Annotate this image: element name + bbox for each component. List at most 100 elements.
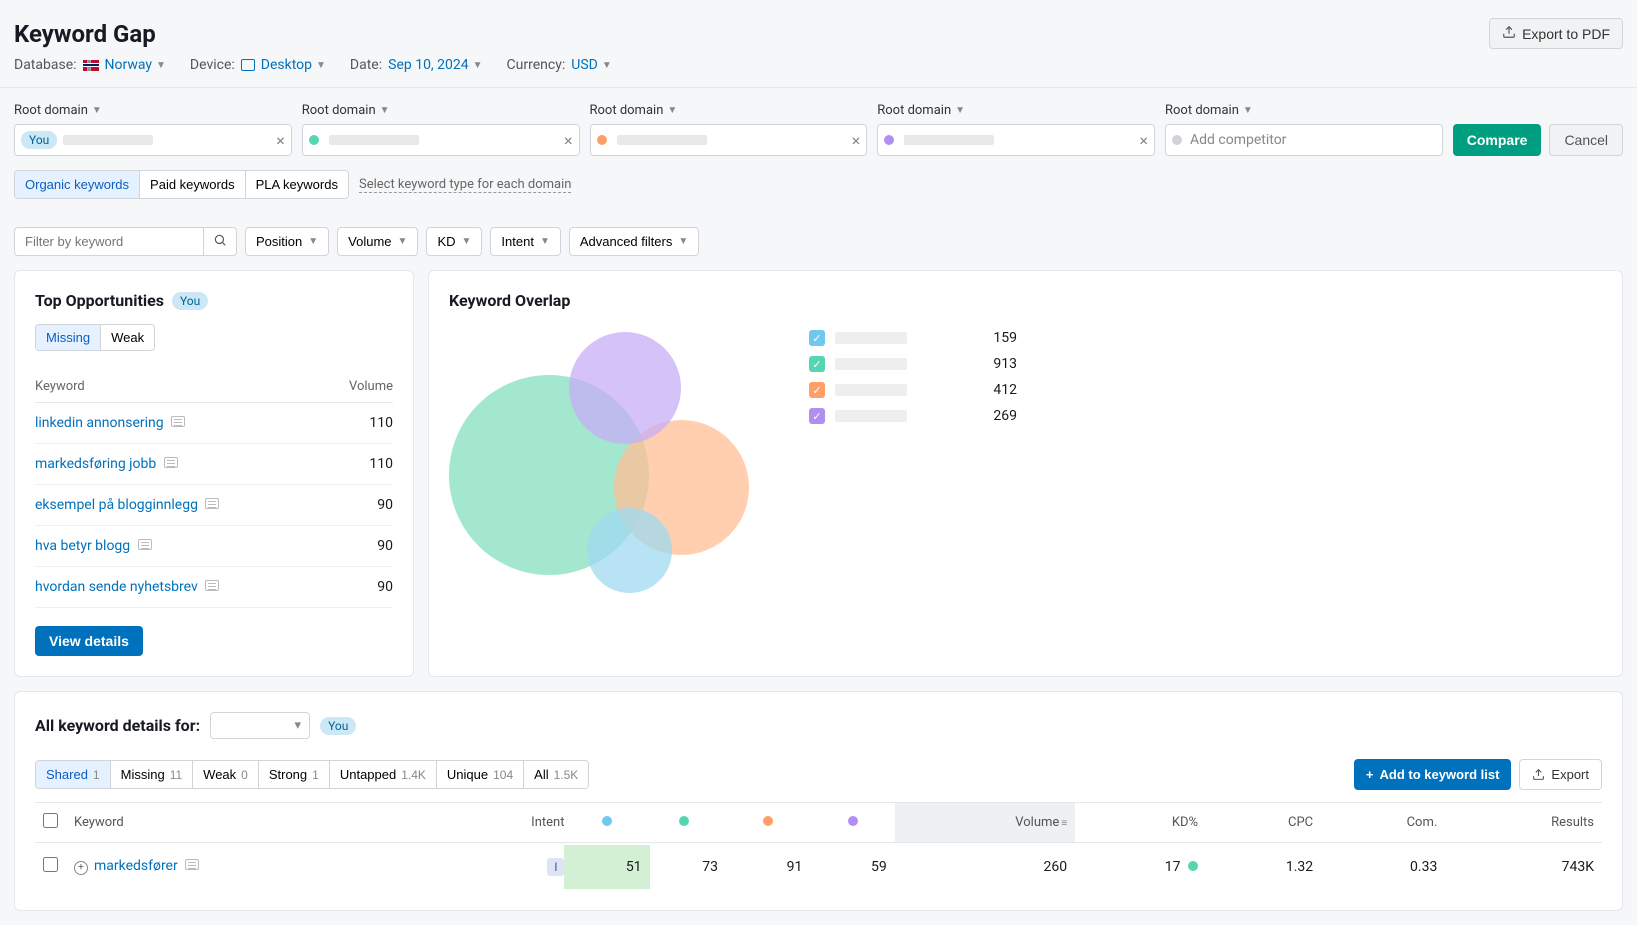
keyword-link[interactable]: linkedin annonsering — [35, 415, 164, 431]
export-button[interactable]: Export — [1519, 759, 1602, 790]
close-icon[interactable]: × — [276, 131, 285, 150]
col-domain-2[interactable] — [642, 803, 726, 843]
device-filter[interactable]: Device: Desktop ▼ — [190, 57, 326, 73]
chevron-down-icon: ▼ — [398, 236, 408, 247]
col-domain-4[interactable] — [810, 803, 894, 843]
keyword-link[interactable]: hvordan sende nyhetsbrev — [35, 579, 198, 595]
tab-unique[interactable]: Unique104 — [437, 761, 524, 788]
cancel-button[interactable]: Cancel — [1549, 124, 1623, 156]
keyword-link[interactable]: eksempel på blogginnlegg — [35, 497, 198, 513]
view-details-button[interactable]: View details — [35, 626, 143, 656]
legend-checkbox[interactable]: ✓ — [809, 330, 825, 346]
volume-value: 110 — [324, 403, 393, 444]
tab-untapped[interactable]: Untapped1.4K — [330, 761, 437, 788]
col-keyword[interactable]: Keyword — [66, 803, 441, 843]
keyword-link[interactable]: markedsføring jobb — [35, 456, 156, 472]
col-volume[interactable]: Volume — [324, 371, 393, 403]
root-domain-dropdown-1[interactable]: Root domain ▼ — [14, 103, 102, 118]
kd-filter[interactable]: KD ▼ — [426, 227, 482, 256]
venn-circle-blue — [587, 508, 672, 593]
keyword-link[interactable]: markedsfører — [94, 858, 178, 874]
serp-icon[interactable] — [164, 457, 178, 468]
currency-filter[interactable]: Currency: USD ▼ — [507, 57, 612, 73]
legend-value: 412 — [917, 382, 1017, 398]
flag-icon — [83, 60, 99, 71]
tab-paid-keywords[interactable]: Paid keywords — [140, 171, 246, 198]
page-title: Keyword Gap — [14, 20, 156, 48]
database-filter[interactable]: Database: Norway ▼ — [14, 57, 166, 73]
search-button[interactable] — [204, 227, 237, 256]
serp-icon[interactable] — [171, 416, 185, 427]
keyword-overlap-title: Keyword Overlap — [449, 291, 570, 310]
keyword-link[interactable]: hva betyr blogg — [35, 538, 130, 554]
domain-value-masked — [904, 135, 994, 145]
legend-item: ✓ 412 — [809, 382, 1017, 398]
tab-missing[interactable]: Missing — [36, 325, 101, 350]
select-all-checkbox[interactable] — [43, 813, 58, 828]
compare-button[interactable]: Compare — [1453, 124, 1542, 156]
select-keyword-type-link[interactable]: Select keyword type for each domain — [359, 177, 572, 193]
domain-color-dot — [884, 135, 894, 145]
position-value: 91 — [726, 843, 810, 891]
export-pdf-button[interactable]: Export to PDF — [1489, 18, 1623, 49]
legend-value: 913 — [917, 356, 1017, 372]
tab-missing[interactable]: Missing11 — [111, 761, 194, 788]
legend-checkbox[interactable]: ✓ — [809, 408, 825, 424]
col-results[interactable]: Results — [1445, 803, 1602, 843]
root-domain-dropdown-2[interactable]: Root domain ▼ — [302, 103, 390, 118]
col-keyword[interactable]: Keyword — [35, 371, 324, 403]
export-pdf-label: Export to PDF — [1522, 26, 1610, 42]
tab-pla-keywords[interactable]: PLA keywords — [246, 171, 348, 198]
tab-weak[interactable]: Weak0 — [193, 761, 259, 788]
advanced-filters[interactable]: Advanced filters ▼ — [569, 227, 699, 256]
expand-icon[interactable]: + — [74, 861, 88, 875]
filter-keyword-input[interactable] — [14, 227, 204, 256]
opportunities-table: Keyword Volume linkedin annonsering 110 m… — [35, 371, 393, 608]
domain-input-4[interactable]: × — [877, 124, 1155, 156]
serp-icon[interactable] — [205, 580, 219, 591]
tab-strong[interactable]: Strong1 — [259, 761, 330, 788]
col-volume[interactable]: Volume≡ — [895, 803, 1075, 843]
root-domain-dropdown-4[interactable]: Root domain ▼ — [877, 103, 965, 118]
tab-organic-keywords[interactable]: Organic keywords — [15, 171, 140, 198]
keyword-overlap-card: Keyword Overlap ✓159✓913✓412✓269 — [428, 270, 1623, 677]
row-checkbox[interactable] — [43, 857, 58, 872]
serp-icon[interactable] — [138, 539, 152, 550]
domain-input-3[interactable]: × — [590, 124, 868, 156]
position-filter[interactable]: Position ▼ — [245, 227, 329, 256]
add-to-keyword-list-button[interactable]: + Add to keyword list — [1354, 759, 1512, 790]
tab-all[interactable]: All1.5K — [524, 761, 588, 788]
col-cpc[interactable]: CPC — [1206, 803, 1321, 843]
close-icon[interactable]: × — [564, 131, 573, 150]
col-intent[interactable]: Intent — [441, 803, 572, 843]
legend-checkbox[interactable]: ✓ — [809, 356, 825, 372]
tab-shared[interactable]: Shared1 — [36, 761, 111, 788]
col-domain-3[interactable] — [726, 803, 810, 843]
chevron-down-icon: ▼ — [462, 236, 472, 247]
domain-input-you[interactable]: You × — [14, 124, 292, 156]
position-value: 59 — [810, 843, 894, 891]
close-icon[interactable]: × — [852, 131, 861, 150]
serp-icon[interactable] — [205, 498, 219, 509]
col-domain-1[interactable] — [572, 803, 641, 843]
close-icon[interactable]: × — [1139, 131, 1148, 150]
col-checkbox[interactable] — [35, 803, 66, 843]
domain-input-2[interactable]: × — [302, 124, 580, 156]
details-domain-select[interactable] — [210, 712, 310, 739]
root-domain-dropdown-5[interactable]: Root domain ▼ — [1165, 103, 1253, 118]
domain-input-add[interactable]: Add competitor — [1165, 124, 1443, 156]
legend-checkbox[interactable]: ✓ — [809, 382, 825, 398]
legend-value: 269 — [917, 408, 1017, 424]
root-domain-dropdown-3[interactable]: Root domain ▼ — [590, 103, 678, 118]
col-com[interactable]: Com. — [1321, 803, 1445, 843]
col-kd[interactable]: KD% — [1075, 803, 1206, 843]
serp-icon[interactable] — [185, 859, 199, 870]
volume-filter[interactable]: Volume ▼ — [337, 227, 418, 256]
date-filter[interactable]: Date: Sep 10, 2024 ▼ — [350, 57, 483, 73]
keyword-details-table: Keyword Intent Volume≡ KD% CPC Com. Resu… — [35, 802, 1602, 890]
intent-filter[interactable]: Intent ▼ — [490, 227, 560, 256]
domain-color-dot — [597, 135, 607, 145]
tab-weak[interactable]: Weak — [101, 325, 154, 350]
results-value: 743K — [1445, 843, 1602, 891]
table-row: hva betyr blogg 90 — [35, 526, 393, 567]
